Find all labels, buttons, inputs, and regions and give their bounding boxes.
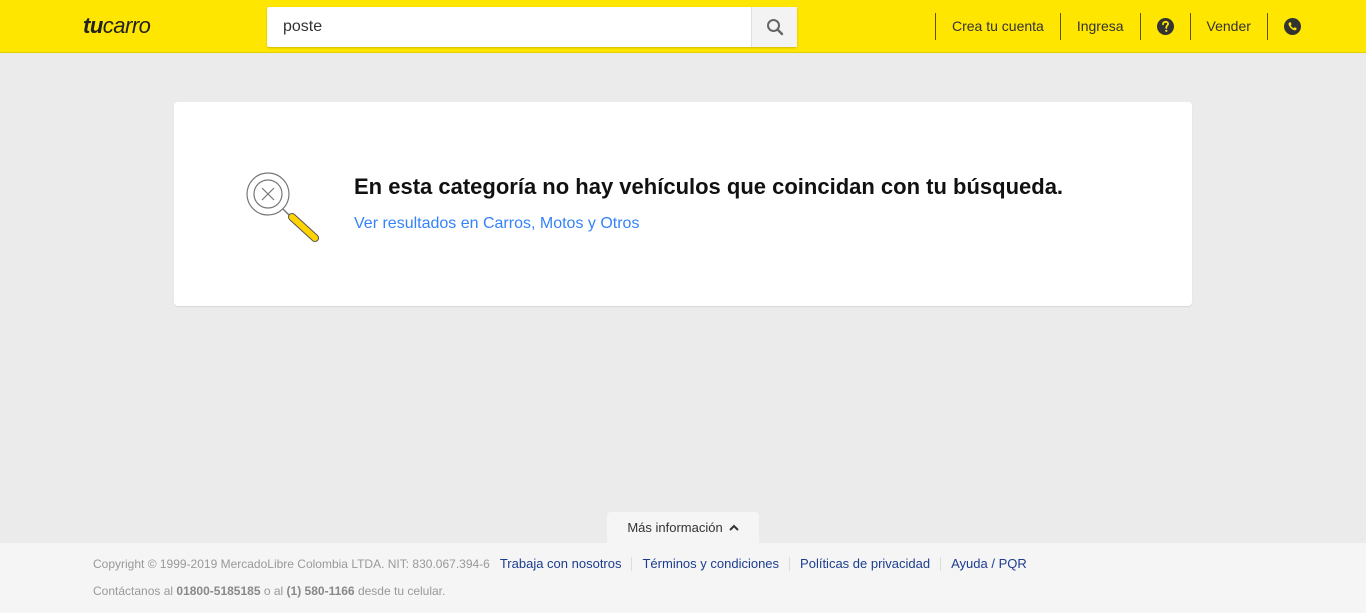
- see-all-results-link[interactable]: Ver resultados en Carros, Motos y Otros: [354, 215, 639, 233]
- contact-phone-2: (1) 580-1166: [286, 584, 355, 598]
- help-icon: [1156, 18, 1174, 35]
- contact-suffix: desde tu celular.: [357, 584, 446, 598]
- footer-link-jobs[interactable]: Trabaja con nosotros: [490, 557, 632, 571]
- chevron-up-icon: [728, 524, 739, 531]
- empty-results-title: En esta categoría no hay vehículos que c…: [354, 174, 1064, 199]
- contact-mid: o al: [263, 584, 284, 598]
- more-info-toggle[interactable]: Más información: [607, 512, 759, 543]
- sell-link[interactable]: Vender: [1189, 13, 1267, 40]
- contact-prefix: Contáctanos al: [93, 584, 174, 598]
- empty-results-card: En esta categoría no hay vehículos que c…: [174, 102, 1192, 306]
- top-header: tucarro Crea tu cuenta Ingresa Vender: [0, 0, 1366, 53]
- phone-icon: [1283, 18, 1301, 35]
- contact-text: Contáctanos al 01800-5185185 o al (1) 58…: [93, 584, 445, 598]
- create-account-link[interactable]: Crea tu cuenta: [935, 13, 1060, 40]
- more-info-label: Más información: [627, 520, 723, 535]
- contact-phone-1: 01800-5185185: [176, 584, 261, 598]
- search-input[interactable]: [267, 7, 751, 47]
- footer-link-terms[interactable]: Términos y condiciones: [631, 557, 789, 571]
- tucarro-logo[interactable]: tucarro: [83, 13, 151, 38]
- copyright-text: Copyright © 1999-2019 MercadoLibre Colom…: [93, 557, 490, 571]
- footer-links-row: Copyright © 1999-2019 MercadoLibre Colom…: [93, 557, 1037, 571]
- logo-bold-text: tu: [83, 13, 103, 38]
- footer-link-help[interactable]: Ayuda / PQR: [940, 557, 1037, 571]
- phone-button[interactable]: [1266, 13, 1317, 40]
- search-button[interactable]: [751, 7, 797, 47]
- logo-regular-text: carro: [102, 13, 151, 38]
- help-button[interactable]: [1139, 13, 1190, 40]
- login-link[interactable]: Ingresa: [1059, 13, 1140, 40]
- empty-search-illustration: [246, 172, 319, 242]
- search-icon: [766, 19, 783, 36]
- footer-link-privacy[interactable]: Políticas de privacidad: [789, 557, 940, 571]
- search-bar: [267, 7, 797, 47]
- footer: Copyright © 1999-2019 MercadoLibre Colom…: [0, 543, 1366, 613]
- header-nav: Crea tu cuenta Ingresa Vender: [935, 13, 1317, 40]
